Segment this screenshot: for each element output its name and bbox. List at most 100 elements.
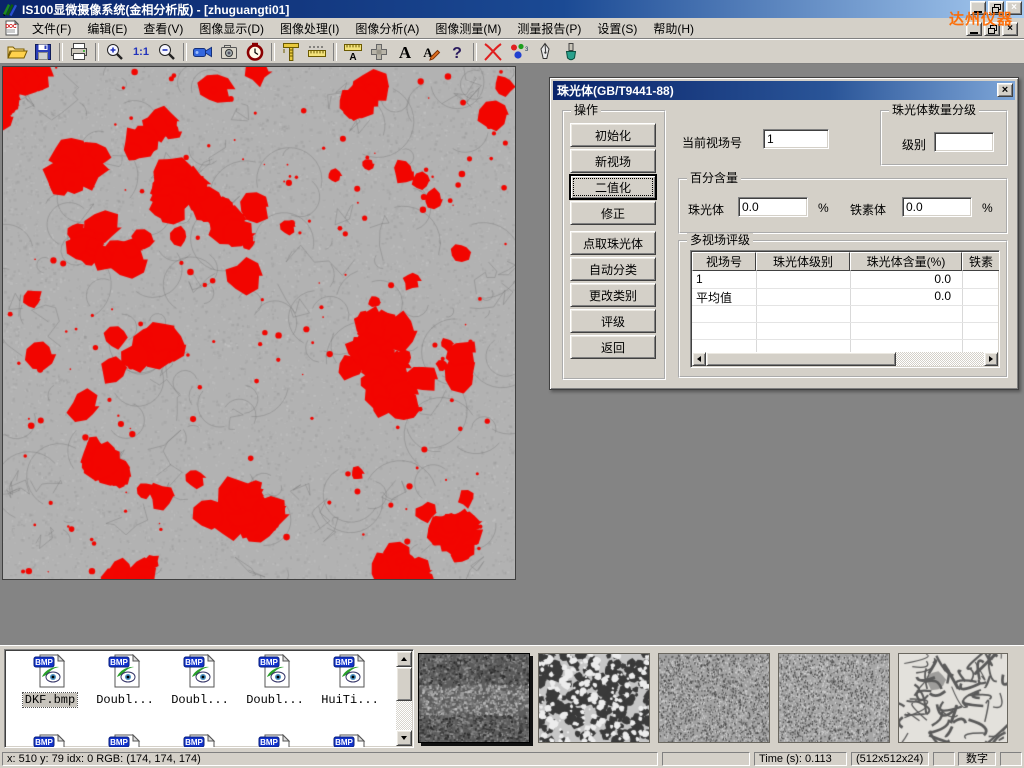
svg-text:DOC: DOC — [5, 24, 17, 30]
toolbar-separator — [59, 43, 63, 61]
file-item[interactable]: BMP Doubl... — [238, 654, 312, 707]
menu-settings[interactable]: 设置(S) — [589, 18, 645, 39]
current-field-label: 当前视场号 — [682, 134, 742, 151]
rate-button[interactable]: 评级 — [570, 309, 656, 333]
table-row-content[interactable]: 0.0 — [850, 289, 954, 305]
new-field-button[interactable]: 新视场 — [570, 149, 656, 173]
close-button[interactable]: × — [1006, 1, 1022, 15]
snapshot-button[interactable] — [216, 41, 242, 63]
open-file-button[interactable] — [4, 41, 30, 63]
menu-image-display[interactable]: 图像显示(D) — [191, 18, 272, 39]
current-field-input[interactable]: 1 — [763, 129, 829, 149]
brush-tool-button[interactable] — [558, 41, 584, 63]
table-row-field[interactable]: 平均值 — [693, 289, 755, 305]
actual-size-button[interactable]: 1:1 — [128, 41, 154, 63]
vscroll-thumb[interactable] — [396, 667, 412, 701]
menu-edit[interactable]: 编辑(E) — [79, 18, 135, 39]
file-name[interactable]: Doubl... — [169, 693, 231, 707]
caliper-measure-button[interactable] — [278, 41, 304, 63]
vscroll-track[interactable] — [396, 701, 412, 730]
timer-button[interactable] — [242, 41, 268, 63]
text-tool-button[interactable]: A — [392, 41, 418, 63]
scroll-down-button[interactable] — [396, 730, 412, 746]
mdi-close-button[interactable]: × — [1002, 22, 1018, 36]
file-name[interactable]: Doubl... — [244, 693, 306, 707]
scroll-left-button[interactable] — [692, 352, 706, 366]
file-item[interactable]: BMP — [88, 734, 162, 748]
phase-mark-button[interactable]: 3 — [506, 41, 532, 63]
col-content-header[interactable]: 珠光体含量(%) — [850, 252, 962, 271]
svg-text:BMP: BMP — [335, 738, 353, 747]
file-name[interactable]: HuiTi... — [319, 693, 381, 707]
change-class-button[interactable]: 更改类别 — [570, 283, 656, 307]
ferrite-percent-input[interactable]: 0.0 — [902, 197, 972, 217]
file-item[interactable]: BMP — [163, 734, 237, 748]
thumbnail-2[interactable] — [538, 653, 650, 743]
scroll-right-button[interactable] — [984, 352, 998, 366]
curve-tool-button[interactable] — [480, 41, 506, 63]
pick-pearlite-button[interactable]: 点取珠光体 — [570, 231, 656, 255]
file-item[interactable]: BMP DKF.bmp — [13, 654, 87, 707]
menu-file[interactable]: 文件(F) — [24, 18, 79, 39]
file-item[interactable]: BMP Doubl... — [88, 654, 162, 707]
save-button[interactable] — [30, 41, 56, 63]
mdi-restore-button[interactable] — [984, 22, 1000, 36]
col-field-header[interactable]: 视场号 — [692, 252, 756, 271]
video-capture-button[interactable] — [190, 41, 216, 63]
minimize-button[interactable] — [970, 1, 986, 15]
grading-group-label: 珠光体数量分级 — [889, 103, 979, 117]
thumbnail-3[interactable] — [658, 653, 770, 743]
menu-report[interactable]: 测量报告(P) — [509, 18, 589, 39]
col-ferrite-header[interactable]: 铁素 — [962, 252, 1000, 271]
pen-tool-button[interactable] — [532, 41, 558, 63]
status-panel-empty — [1000, 752, 1022, 766]
init-button[interactable]: 初始化 — [570, 123, 656, 147]
file-item[interactable]: BMP — [13, 734, 87, 748]
thumbnail-1[interactable] — [418, 653, 530, 743]
mdi-minimize-button[interactable] — [966, 22, 982, 36]
help-button[interactable]: ? — [444, 41, 470, 63]
file-item[interactable]: BMP — [238, 734, 312, 748]
thumbnail-4[interactable] — [778, 653, 890, 743]
return-button[interactable]: 返回 — [570, 335, 656, 359]
hscroll-track[interactable] — [896, 352, 984, 366]
menu-view[interactable]: 查看(V) — [135, 18, 191, 39]
measure-label-button[interactable]: A — [340, 41, 366, 63]
dialog-title-bar[interactable]: 珠光体(GB/T9441-88) — [553, 81, 1015, 100]
correct-button[interactable]: 修正 — [570, 201, 656, 225]
micrograph-canvas[interactable] — [2, 66, 516, 580]
dialog-close-button[interactable]: × — [997, 83, 1013, 97]
file-list-scrollbar[interactable] — [396, 651, 412, 746]
ruler-measure-button[interactable] — [304, 41, 330, 63]
table-row-content[interactable]: 0.0 — [850, 272, 954, 288]
file-item[interactable]: BMP HuiTi... — [313, 654, 387, 707]
camera-icon — [218, 42, 240, 62]
binarize-button[interactable]: 二值化 — [570, 175, 656, 199]
multifield-group-label: 多视场评级 — [687, 233, 753, 247]
grade-level-input[interactable] — [934, 132, 994, 152]
merge-tool-button[interactable] — [366, 41, 392, 63]
thumbnail-5[interactable] — [898, 653, 1008, 743]
app-icon — [2, 1, 18, 17]
file-name[interactable]: Doubl... — [94, 693, 156, 707]
menu-image-measure[interactable]: 图像测量(M) — [427, 18, 509, 39]
menu-image-analysis[interactable]: 图像分析(A) — [347, 18, 427, 39]
table-row-field[interactable]: 1 — [693, 272, 755, 288]
auto-classify-button[interactable]: 自动分类 — [570, 257, 656, 281]
file-item[interactable]: BMP Doubl... — [163, 654, 237, 707]
zoom-out-button[interactable] — [154, 41, 180, 63]
annotate-tool-button[interactable]: A — [418, 41, 444, 63]
scroll-up-button[interactable] — [396, 651, 412, 667]
zoom-in-button[interactable] — [102, 41, 128, 63]
col-grade-header[interactable]: 珠光体级别 — [756, 252, 850, 271]
hscroll-thumb[interactable] — [706, 352, 896, 366]
pearlite-percent-input[interactable]: 0.0 — [738, 197, 808, 217]
print-button[interactable] — [66, 41, 92, 63]
svg-text:BMP: BMP — [185, 738, 203, 747]
file-item[interactable]: BMP — [313, 734, 387, 748]
menu-image-process[interactable]: 图像处理(I) — [272, 18, 347, 39]
table-hscrollbar[interactable] — [692, 352, 998, 366]
restore-button[interactable] — [988, 1, 1004, 15]
file-name[interactable]: DKF.bmp — [23, 693, 77, 707]
menu-help[interactable]: 帮助(H) — [645, 18, 702, 39]
